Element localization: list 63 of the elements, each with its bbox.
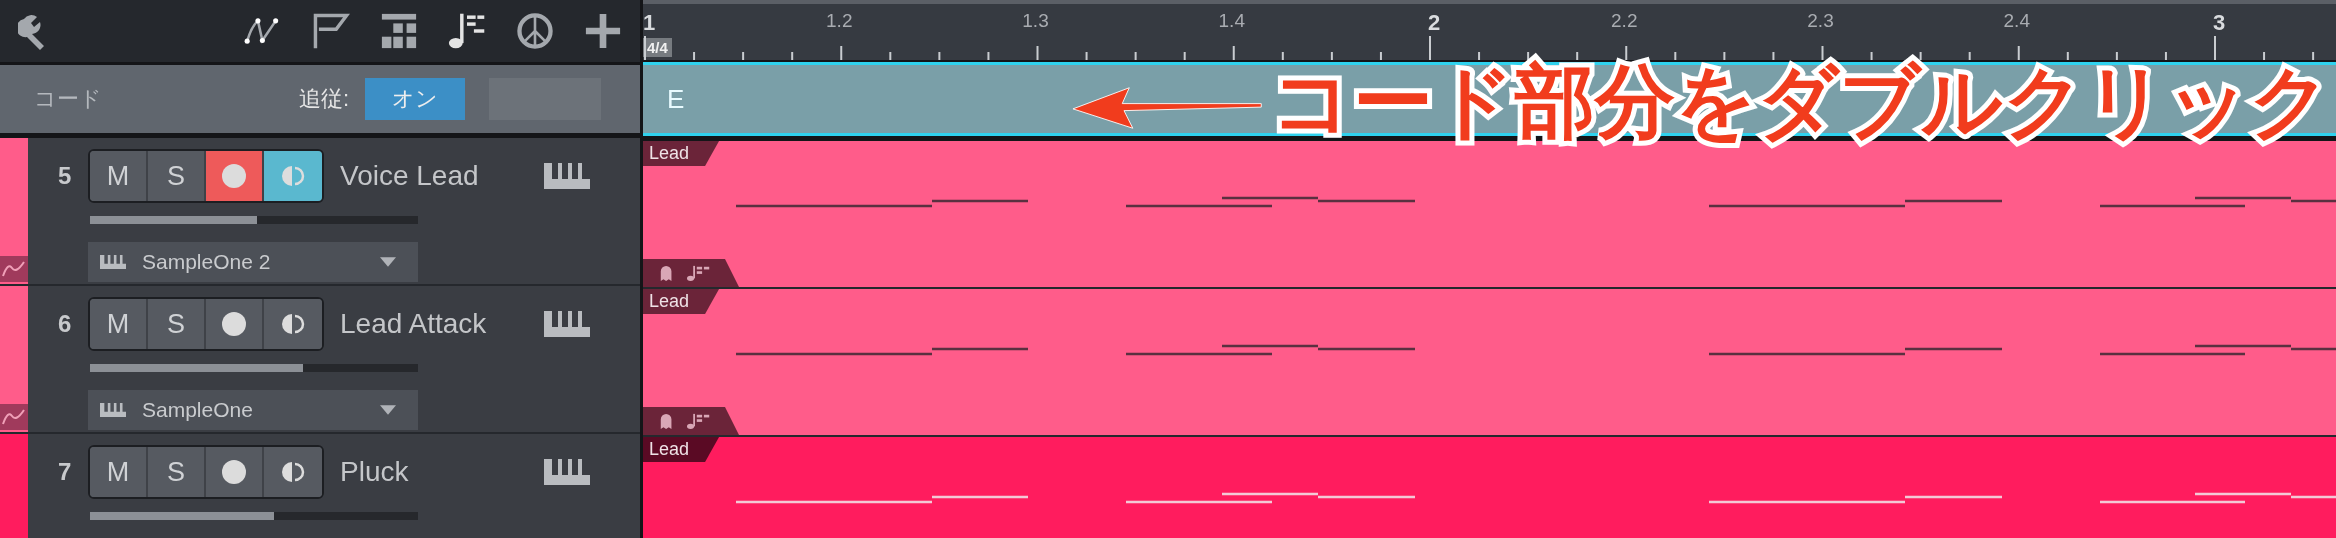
track-name[interactable]: Voice Lead <box>340 160 540 192</box>
track-name[interactable]: Pluck <box>340 456 540 488</box>
follow-label: 追従: <box>299 85 350 113</box>
ruler-marker: 2.3 <box>1807 10 1834 32</box>
chord-name[interactable]: E <box>667 83 685 115</box>
clip-label: Lead <box>643 437 720 462</box>
track-number: 6 <box>58 310 73 338</box>
mute-button[interactable]: M <box>90 299 148 349</box>
keyboard-icon <box>100 255 126 269</box>
peace-circle-icon[interactable] <box>516 12 554 50</box>
follow-toggle[interactable]: オン <box>365 78 466 120</box>
monitor-button[interactable] <box>264 299 322 349</box>
ghost-icon[interactable] <box>659 265 674 281</box>
record-button[interactable] <box>206 151 264 201</box>
ruler-marker: 2.4 <box>2003 10 2030 32</box>
instrument-dropdown[interactable]: SampleOne <box>88 390 418 430</box>
half-circle-icon <box>281 460 305 484</box>
add-icon[interactable] <box>584 12 622 50</box>
clip-label: Lead <box>643 141 720 166</box>
solo-button[interactable]: S <box>148 299 206 349</box>
ruler-marker: 1 <box>643 10 656 36</box>
half-circle-icon <box>281 164 305 188</box>
keyboard-icon <box>544 311 590 337</box>
annotation-text: コード部分をダブルクリック <box>1271 62 2331 142</box>
note-list-icon[interactable] <box>687 413 711 429</box>
automation-icon[interactable] <box>0 256 28 282</box>
time-signature: 4/4 <box>643 38 672 57</box>
midi-clip[interactable]: Lead <box>643 289 2336 435</box>
ghost-icon[interactable] <box>659 413 674 429</box>
automation-icon[interactable] <box>0 404 28 430</box>
keyboard-icon <box>544 163 590 189</box>
ruler-marker: 1.3 <box>1022 10 1049 32</box>
midi-clip[interactable]: Lead <box>643 437 2336 538</box>
ruler-marker: 1.4 <box>1218 10 1245 32</box>
track-number: 7 <box>58 458 73 486</box>
volume-fader[interactable] <box>90 216 418 224</box>
flag-icon[interactable] <box>312 12 350 50</box>
mute-button[interactable]: M <box>90 447 148 497</box>
volume-fader[interactable] <box>90 512 418 520</box>
keyboard-icon <box>544 459 590 485</box>
monitor-button[interactable] <box>264 447 322 497</box>
clip-label: Lead <box>643 289 720 314</box>
ruler-marker: 2.2 <box>1611 10 1638 32</box>
caret-icon <box>380 405 396 415</box>
caret-icon <box>380 257 396 267</box>
solo-button[interactable]: S <box>148 447 206 497</box>
instrument-dropdown[interactable]: SampleOne 2 <box>88 242 418 282</box>
ruler-marker: 1.2 <box>826 10 853 32</box>
chord-track-label: コード <box>34 85 103 113</box>
ruler-marker: 2 <box>1428 10 1441 36</box>
volume-fader[interactable] <box>90 364 418 372</box>
solo-button[interactable]: S <box>148 151 206 201</box>
half-circle-icon <box>281 312 305 336</box>
track-name[interactable]: Lead Attack <box>340 308 540 340</box>
note-list-icon[interactable] <box>448 12 486 50</box>
mute-button[interactable]: M <box>90 151 148 201</box>
record-button[interactable] <box>206 447 264 497</box>
grid-icon[interactable] <box>380 12 418 50</box>
ruler-marker: 3 <box>2213 10 2226 36</box>
keyboard-icon <box>100 403 126 417</box>
note-list-icon[interactable] <box>687 265 711 281</box>
record-button[interactable] <box>206 299 264 349</box>
track-number: 5 <box>58 162 73 190</box>
